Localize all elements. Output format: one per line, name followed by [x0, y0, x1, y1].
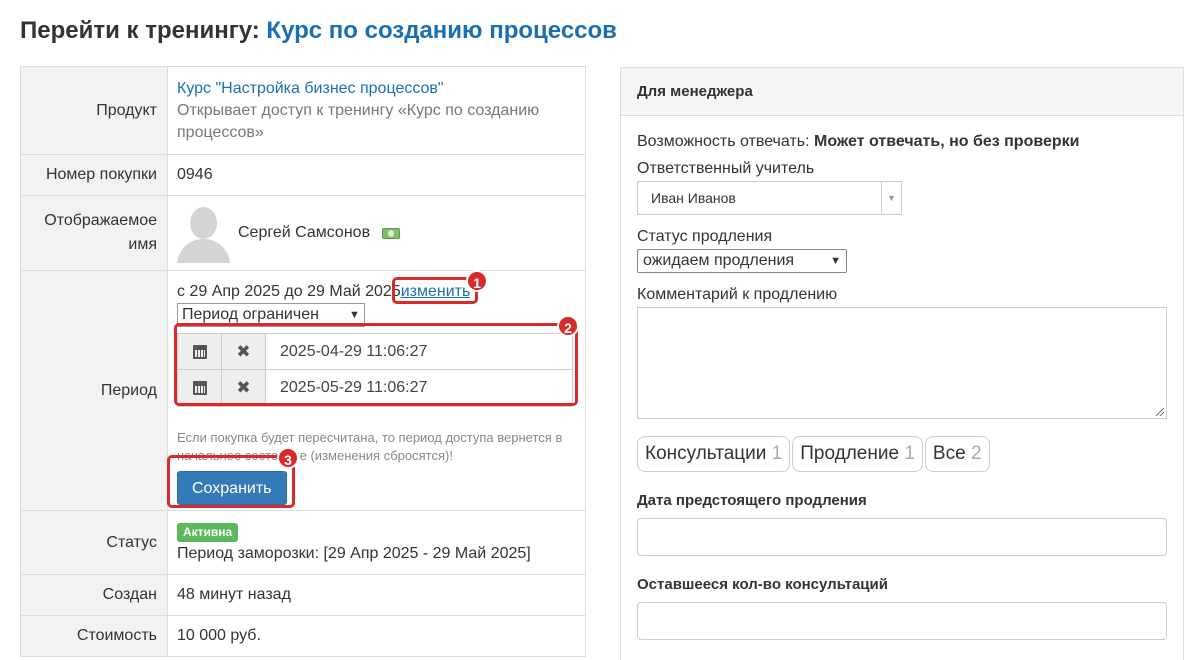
period-text: с 29 Апр 2025 до 29 Май 2025	[177, 283, 401, 300]
next-renewal-label: Дата предстоящего продления	[637, 492, 867, 509]
resize-grip-icon[interactable]	[1156, 408, 1164, 416]
manager-panel-title: Для менеджера	[621, 68, 1183, 116]
avatar	[177, 203, 230, 263]
remaining-consultations-label: Оставшееся кол-во консультаций	[637, 576, 888, 593]
calendar-end-button[interactable]	[178, 370, 222, 406]
teacher-select[interactable]: Иван Иванов ▼	[637, 181, 902, 215]
freeze-period: Период заморозки: [29 Апр 2025 - 29 Май …	[177, 544, 531, 562]
row-cost: Стоимость 10 000 руб.	[20, 615, 586, 657]
purchase-info-table: Продукт Курс "Настройка бизнес процессов…	[20, 66, 586, 657]
chevron-down-icon: ▼	[881, 182, 901, 214]
display-name-label: Отображаемое имя	[20, 195, 168, 271]
callout-badge-1: 1	[466, 270, 488, 292]
period-end-row: ✖ 2025-05-29 11:06:27	[177, 370, 575, 407]
training-link[interactable]: Курс по созданию процессов	[266, 17, 617, 44]
answer-ability-label: Возможность отвечать:	[637, 133, 810, 150]
cost-value: 10 000 руб.	[167, 615, 586, 657]
product-description: Открывает доступ к тренингу «Курс по соз…	[177, 101, 540, 141]
status-label: Статус	[20, 510, 168, 575]
next-renewal-input[interactable]	[637, 518, 1167, 556]
remaining-consultations-input[interactable]	[637, 602, 1167, 640]
row-period: Период с 29 Апр 2025 до 29 Май 2025измен…	[20, 270, 586, 511]
row-created: Создан 48 минут назад	[20, 574, 586, 616]
tab-consultations-count: 1	[771, 443, 783, 464]
save-button[interactable]: Сохранить	[177, 471, 287, 505]
period-note: Если покупка будет пересчитана, то перио…	[177, 430, 563, 463]
calendar-icon	[192, 381, 207, 395]
callout-badge-3: 3	[277, 447, 299, 469]
tab-all-count: 2	[970, 443, 982, 464]
renewal-status-label: Статус продления	[637, 228, 773, 245]
teacher-value: Иван Иванов	[651, 190, 736, 206]
row-status: Статус Активна Период заморозки: [29 Апр…	[20, 510, 586, 575]
row-purchase-number: Номер покупки 0946	[20, 154, 586, 196]
teacher-label: Ответственный учитель	[637, 160, 815, 177]
period-type-value: Период ограничен	[182, 306, 319, 323]
period-type-select[interactable]: Период ограничен ▼	[177, 303, 365, 327]
chevron-down-icon: ▼	[348, 309, 360, 321]
clear-start-button[interactable]: ✖	[222, 334, 266, 369]
tab-renewal-label: Продление	[800, 443, 900, 464]
created-label: Создан	[20, 574, 168, 616]
status-badge: Активна	[177, 522, 239, 542]
tab-consultations-label: Консультации	[645, 443, 767, 464]
purchase-number-label: Номер покупки	[20, 154, 168, 196]
page-title: Перейти к тренингу: Курс по созданию про…	[20, 17, 617, 45]
clear-end-button[interactable]: ✖	[222, 370, 266, 406]
tab-all[interactable]: Все 2	[924, 436, 990, 472]
tab-renewal-count: 1	[904, 443, 915, 464]
comment-textarea[interactable]	[637, 307, 1167, 419]
answer-ability-value: Может отвечать, но без проверки	[814, 133, 1080, 150]
page-title-prefix: Перейти к тренингу:	[20, 17, 260, 44]
row-product: Продукт Курс "Настройка бизнес процессов…	[20, 66, 586, 155]
renewal-status-value: ожидаем продления	[643, 252, 795, 269]
product-link[interactable]: Курс "Настройка бизнес процессов"	[177, 78, 575, 100]
calendar-icon	[192, 344, 207, 359]
close-icon: ✖	[236, 378, 251, 397]
period-start-input[interactable]: 2025-04-29 11:06:27	[266, 334, 572, 369]
created-value: 48 минут назад	[167, 574, 586, 616]
period-label: Период	[20, 270, 168, 511]
period-start-row: ✖ 2025-04-29 11:06:27	[177, 333, 575, 370]
money-icon	[382, 227, 401, 239]
chevron-down-icon: ▼	[830, 255, 841, 267]
product-label: Продукт	[20, 66, 168, 155]
period-end-input[interactable]: 2025-05-29 11:06:27	[266, 370, 572, 406]
display-name-value: Сергей Самсонов	[238, 224, 371, 241]
change-period-link[interactable]: изменить	[401, 283, 471, 300]
filter-tabs: Консультации 1 Продление 1 Все 2	[637, 436, 990, 472]
comment-label: Комментарий к продлению	[637, 286, 838, 303]
calendar-start-button[interactable]	[178, 334, 222, 369]
cost-label: Стоимость	[20, 615, 168, 657]
tab-all-label: Все	[932, 443, 966, 464]
answer-ability: Возможность отвечать: Может отвечать, но…	[637, 133, 1080, 151]
renewal-status-select[interactable]: ожидаем продления ▼	[637, 249, 847, 273]
row-display-name: Отображаемое имя Сергей Самсонов	[20, 195, 586, 271]
close-icon: ✖	[236, 341, 251, 361]
callout-badge-2: 2	[557, 315, 579, 337]
manager-panel: Для менеджера Возможность отвечать: Може…	[620, 67, 1184, 660]
tab-renewal[interactable]: Продление 1	[792, 436, 923, 472]
purchase-number-value: 0946	[167, 154, 586, 196]
tab-consultations[interactable]: Консультации 1	[637, 436, 791, 472]
